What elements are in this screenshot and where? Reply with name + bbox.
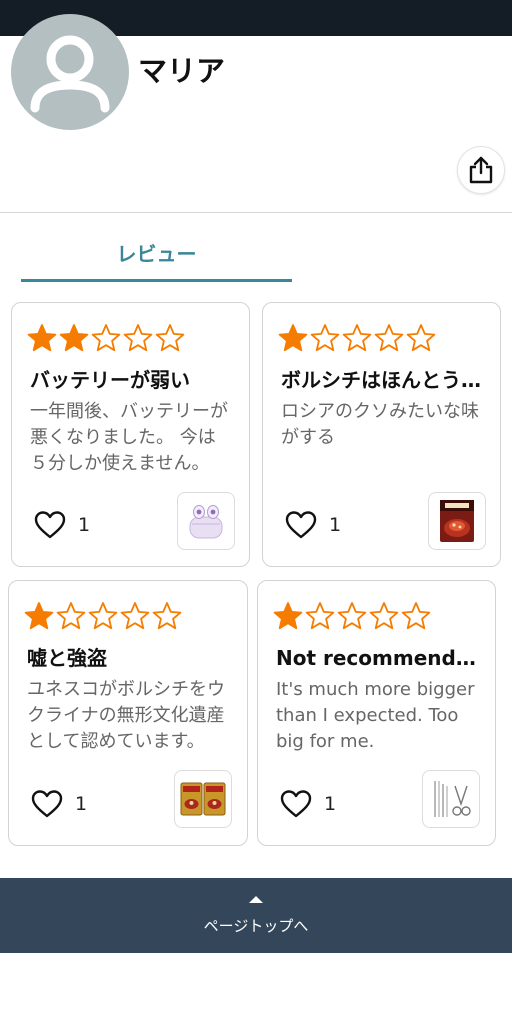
- star-empty-icon: [310, 324, 340, 352]
- like-count: 1: [329, 514, 342, 536]
- star-rating: [273, 601, 433, 633]
- arrow-up-icon: [249, 895, 263, 903]
- product-thumbnail[interactable]: [177, 492, 235, 550]
- review-body: ユネスコがボルシチをウクライナの無形文化遺産として認めています。: [27, 679, 225, 752]
- share-icon: [469, 156, 493, 184]
- share-button[interactable]: [457, 146, 505, 194]
- review-title: 嘘と強盗: [27, 646, 107, 670]
- like-button[interactable]: 1: [34, 510, 90, 540]
- star-empty-icon: [56, 602, 86, 630]
- like-count: 1: [324, 793, 337, 815]
- review-body: ロシアのクソみたいな味がする: [281, 401, 479, 448]
- wireless-earbuds-image: [189, 505, 223, 539]
- like-count: 1: [75, 793, 88, 815]
- star-empty-icon: [374, 324, 404, 352]
- like-button[interactable]: 1: [280, 789, 336, 819]
- star-filled-icon: [27, 324, 57, 352]
- page-top-button[interactable]: ページトップへ: [0, 878, 512, 953]
- star-empty-icon: [123, 324, 153, 352]
- like-button[interactable]: 1: [285, 510, 341, 540]
- star-empty-icon: [120, 602, 150, 630]
- review-body: It's much more bigger than I expected. T…: [276, 679, 475, 752]
- review-card[interactable]: 嘘と強盗 ユネスコがボルシチをウクライナの無形文化遺産として認めています。 1: [8, 580, 248, 846]
- product-thumbnail[interactable]: [422, 770, 480, 828]
- like-count: 1: [78, 514, 91, 536]
- user-avatar-placeholder-icon: [30, 35, 110, 113]
- product-thumbnail[interactable]: [174, 770, 232, 828]
- star-empty-icon: [369, 602, 399, 630]
- heart-icon: [285, 511, 317, 539]
- page-top-label: ページトップへ: [203, 916, 309, 935]
- borscht-soup-package-image: [440, 500, 474, 542]
- star-empty-icon: [155, 324, 185, 352]
- tab-reviews-label: レビュー: [116, 241, 197, 266]
- user-avatar: [11, 14, 129, 130]
- star-filled-icon: [273, 602, 303, 630]
- star-empty-icon: [91, 324, 121, 352]
- soup-packages-image: [180, 782, 226, 816]
- star-empty-icon: [305, 602, 335, 630]
- heart-icon: [280, 790, 312, 818]
- product-thumbnail[interactable]: [428, 492, 486, 550]
- star-empty-icon: [152, 602, 182, 630]
- star-rating: [24, 601, 184, 633]
- header-divider: [0, 212, 512, 213]
- star-empty-icon: [406, 324, 436, 352]
- review-title: Not recommended at all: [276, 646, 481, 670]
- star-empty-icon: [337, 602, 367, 630]
- review-card[interactable]: Not recommended at all It's much more bi…: [257, 580, 496, 846]
- star-filled-icon: [59, 324, 89, 352]
- review-title: バッテリーが弱い: [30, 368, 190, 392]
- tab-reviews[interactable]: レビュー: [21, 222, 292, 282]
- tab-active-indicator: [21, 279, 292, 282]
- heart-icon: [34, 511, 66, 539]
- star-empty-icon: [401, 602, 431, 630]
- review-card[interactable]: バッテリーが弱い 一年間後、バッテリーが悪くなりました。 今は５分しか使えません…: [11, 302, 250, 567]
- review-body: 一年間後、バッテリーが悪くなりました。 今は５分しか使えません。: [30, 401, 228, 474]
- profile-name: マリア: [138, 54, 226, 88]
- manicure-tool-set-image: [434, 781, 471, 817]
- star-filled-icon: [24, 602, 54, 630]
- like-button[interactable]: 1: [31, 789, 87, 819]
- star-filled-icon: [278, 324, 308, 352]
- heart-icon: [31, 790, 63, 818]
- star-rating: [278, 323, 438, 355]
- review-card[interactable]: ボルシチはほんとうにまずい ロシアのクソみたいな味がする 1: [262, 302, 501, 567]
- review-title: ボルシチはほんとうにまずい: [281, 368, 486, 392]
- star-rating: [27, 323, 187, 355]
- star-empty-icon: [88, 602, 118, 630]
- star-empty-icon: [342, 324, 372, 352]
